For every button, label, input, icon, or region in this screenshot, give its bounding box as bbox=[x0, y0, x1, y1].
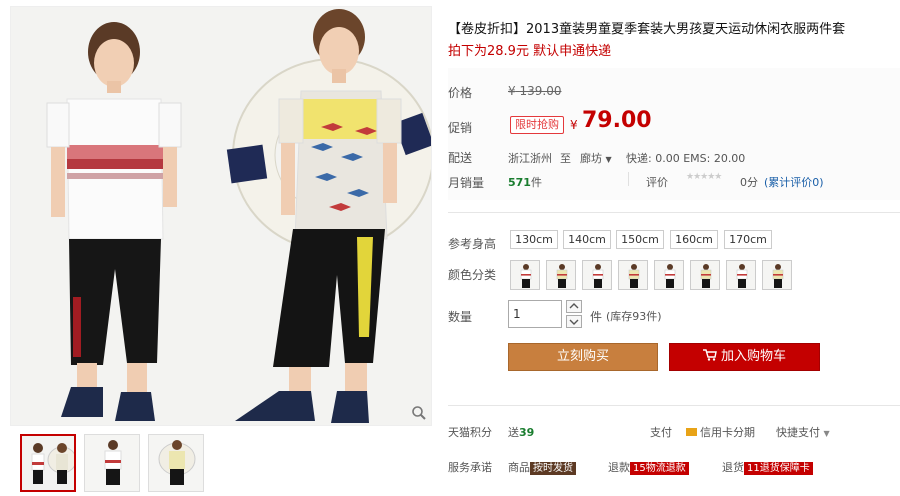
color-swatch-image bbox=[619, 261, 647, 289]
color-option-7[interactable] bbox=[726, 260, 756, 290]
thumbnail-image bbox=[149, 435, 203, 491]
thumbnail-image bbox=[85, 435, 139, 491]
quantity-input[interactable] bbox=[508, 300, 562, 328]
shipping-fees: 快递: 0.00 EMS: 20.00 bbox=[626, 152, 746, 165]
quick-pay[interactable]: 快捷支付 ▼ bbox=[776, 424, 830, 440]
shipping-from: 浙江浙州 bbox=[508, 152, 552, 165]
color-option-2[interactable] bbox=[546, 260, 576, 290]
product-info: 【卷皮折扣】2013童装男童夏季套装大男孩夏天运动休闲衣服两件套 拍下为28.9… bbox=[448, 6, 900, 496]
color-swatch-image bbox=[511, 261, 539, 289]
product-subtitle: 拍下为28.9元 默认申通快递 bbox=[448, 44, 612, 59]
sales-count: 571件 bbox=[508, 176, 542, 189]
rating-score: 0分 bbox=[740, 176, 758, 189]
service-shipping: 商品 按时发货 bbox=[508, 459, 576, 475]
size-option-170[interactable]: 170cm bbox=[724, 230, 772, 249]
color-option-1[interactable] bbox=[510, 260, 540, 290]
sales-divider bbox=[628, 172, 629, 186]
promo-badge: 限时抢购 bbox=[510, 116, 564, 134]
color-option-4[interactable] bbox=[618, 260, 648, 290]
thumbnail-1[interactable] bbox=[20, 434, 76, 492]
list-price-label: 价格 bbox=[448, 86, 473, 100]
section-divider bbox=[448, 212, 900, 213]
product-title: 【卷皮折扣】2013童装男童夏季套装大男孩夏天运动休闲衣服两件套 bbox=[448, 22, 846, 37]
add-to-cart-button[interactable]: 加入购物车 bbox=[669, 343, 820, 371]
color-swatch-image bbox=[583, 261, 611, 289]
rating-link[interactable]: (累计评价0) bbox=[764, 174, 824, 190]
size-option-150[interactable]: 150cm bbox=[616, 230, 664, 249]
rating-label: 评价 bbox=[646, 176, 668, 189]
main-product-image[interactable] bbox=[10, 6, 432, 426]
thumbnail-strip bbox=[10, 434, 432, 494]
section-divider-2 bbox=[448, 405, 900, 406]
arrow-up-icon bbox=[569, 303, 579, 309]
product-photo bbox=[11, 7, 431, 425]
service-return: 退货 11退货保障卡 bbox=[722, 459, 813, 475]
size-option-140[interactable]: 140cm bbox=[563, 230, 611, 249]
service-refund: 退款 15物流退款 bbox=[608, 459, 689, 475]
quantity-decrease-button[interactable] bbox=[566, 315, 582, 328]
thumbnail-3[interactable] bbox=[148, 434, 204, 492]
list-price: ¥ 139.00 bbox=[508, 84, 562, 98]
promo-label: 促销 bbox=[448, 121, 473, 135]
chevron-down-icon: ▼ bbox=[605, 155, 612, 164]
promo-price: 79.00 bbox=[582, 108, 652, 133]
arrow-down-icon bbox=[569, 319, 579, 325]
buy-now-button[interactable]: 立刻购买 bbox=[508, 343, 658, 371]
stock-count: (库存93件) bbox=[606, 310, 662, 323]
chevron-down-icon: ▼ bbox=[823, 429, 830, 438]
thumbnail-image bbox=[22, 436, 74, 490]
credit-installment[interactable]: 信用卡分期 bbox=[686, 424, 755, 440]
color-option-3[interactable] bbox=[582, 260, 612, 290]
points-value: 送39 bbox=[508, 426, 535, 439]
product-gallery bbox=[10, 6, 432, 492]
cart-icon bbox=[702, 349, 717, 361]
rating-stars-icon: ★★★★★ bbox=[686, 172, 722, 182]
color-swatch-image bbox=[655, 261, 683, 289]
thumbnail-2[interactable] bbox=[84, 434, 140, 492]
return-guarantee-badge: 11退货保障卡 bbox=[744, 461, 813, 475]
quantity-increase-button[interactable] bbox=[566, 300, 582, 313]
magnifier-icon[interactable] bbox=[411, 405, 427, 421]
refund-badge: 15物流退款 bbox=[630, 461, 689, 475]
size-label: 参考身高 bbox=[448, 237, 497, 251]
color-option-5[interactable] bbox=[654, 260, 684, 290]
color-swatch-image bbox=[727, 261, 755, 289]
credit-card-icon bbox=[686, 428, 697, 436]
points-label: 天猫积分 bbox=[448, 426, 492, 439]
color-label: 颜色分类 bbox=[448, 268, 497, 282]
destination-select[interactable]: 廊坊 ▼ bbox=[580, 150, 612, 166]
sales-label: 月销量 bbox=[448, 176, 485, 190]
service-label: 服务承诺 bbox=[448, 461, 492, 474]
color-option-8[interactable] bbox=[762, 260, 792, 290]
quantity-unit: 件 bbox=[590, 310, 603, 324]
color-option-6[interactable] bbox=[690, 260, 720, 290]
shipping-label: 配送 bbox=[448, 151, 473, 165]
color-swatch-image bbox=[691, 261, 719, 289]
quantity-label: 数量 bbox=[448, 310, 473, 324]
color-swatch-image bbox=[763, 261, 791, 289]
pay-label: 支付 bbox=[650, 426, 672, 439]
promo-currency: ¥ bbox=[570, 118, 578, 132]
on-time-ship-badge: 按时发货 bbox=[530, 461, 576, 475]
size-option-130[interactable]: 130cm bbox=[510, 230, 558, 249]
color-swatch-image bbox=[547, 261, 575, 289]
size-option-160[interactable]: 160cm bbox=[670, 230, 718, 249]
shipping-to-word: 至 bbox=[560, 152, 571, 165]
